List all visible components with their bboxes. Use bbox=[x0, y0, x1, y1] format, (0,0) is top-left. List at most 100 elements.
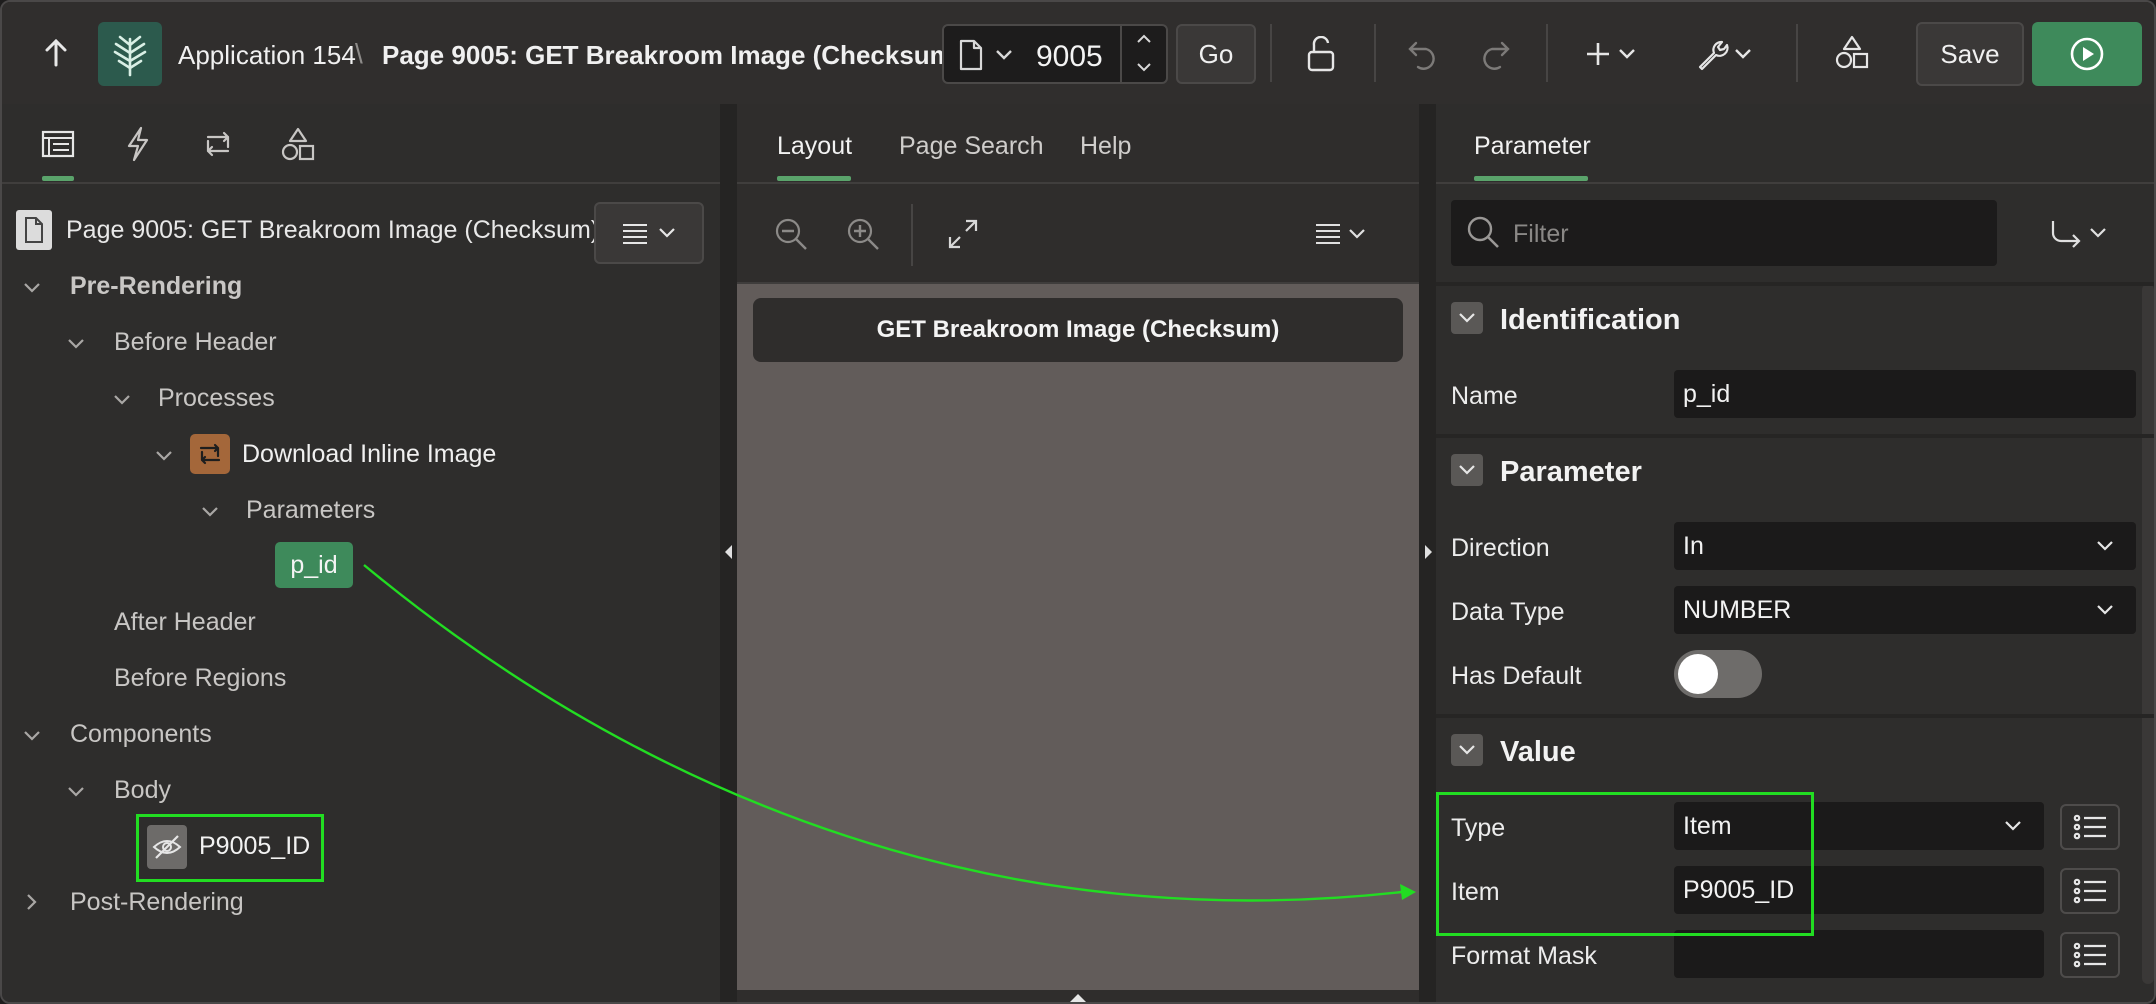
tree-parameters[interactable]: Parameters bbox=[246, 496, 375, 525]
expand-bottom-icon[interactable] bbox=[1069, 992, 1087, 1004]
chevron-down-icon[interactable] bbox=[1451, 302, 1483, 334]
chevron-up-icon[interactable] bbox=[1134, 32, 1154, 51]
item-list-button[interactable] bbox=[2060, 868, 2120, 914]
right-splitter[interactable] bbox=[1419, 104, 1436, 1002]
page-node[interactable]: Page 9005: GET Breakroom Image (Checksum… bbox=[66, 216, 599, 245]
unlock-icon[interactable] bbox=[1302, 34, 1342, 74]
chevron-right-icon[interactable] bbox=[20, 890, 44, 914]
chevron-down-icon[interactable] bbox=[1134, 60, 1154, 79]
menu-lines-icon bbox=[623, 224, 647, 244]
section-value[interactable]: Value bbox=[1436, 714, 2154, 778]
left-splitter[interactable] bbox=[720, 104, 737, 1002]
list-icon bbox=[2073, 878, 2106, 904]
dynamic-actions-tab-icon[interactable] bbox=[120, 124, 156, 164]
shared-components-tab-icon[interactable] bbox=[278, 124, 318, 164]
region-title-bar[interactable]: GET Breakroom Image (Checksum) bbox=[753, 298, 1403, 362]
tree-process-name[interactable]: Download Inline Image bbox=[242, 440, 496, 469]
chevron-down-icon[interactable] bbox=[20, 276, 44, 300]
tab-layout[interactable]: Layout bbox=[777, 132, 852, 161]
header-toolbar: Application 154 \ Page 9005: GET Breakro… bbox=[2, 2, 2154, 106]
tab-help[interactable]: Help bbox=[1080, 132, 1131, 161]
save-button[interactable]: Save bbox=[1916, 22, 2024, 86]
chevron-down-icon[interactable] bbox=[152, 444, 176, 468]
undo-icon[interactable] bbox=[1404, 34, 1444, 74]
collapse-right-icon bbox=[1425, 545, 1432, 559]
chevron-down-icon[interactable] bbox=[110, 388, 134, 412]
app-logo-icon[interactable] bbox=[98, 22, 162, 86]
tree-before-header[interactable]: Before Header bbox=[114, 328, 277, 357]
go-to-group-icon[interactable] bbox=[2048, 216, 2112, 252]
direction-label: Direction bbox=[1451, 534, 1550, 562]
tab-page-search[interactable]: Page Search bbox=[899, 132, 1044, 161]
run-page-button[interactable] bbox=[2032, 22, 2142, 86]
data-type-label: Data Type bbox=[1451, 598, 1565, 626]
name-field[interactable]: p_id bbox=[1674, 370, 2136, 418]
page-selector: 9005 bbox=[942, 24, 1168, 84]
filter-placeholder: Filter bbox=[1513, 220, 1569, 248]
layout-panel: Layout Page Search Help GET Breakroom Im… bbox=[737, 104, 1419, 1004]
tree-body[interactable]: Body bbox=[114, 776, 171, 805]
section-identification[interactable]: Identification bbox=[1436, 282, 2154, 346]
go-button[interactable]: Go bbox=[1176, 24, 1256, 84]
list-icon bbox=[2073, 942, 2106, 968]
page-icon[interactable] bbox=[958, 39, 984, 76]
tree-menu-button[interactable] bbox=[594, 202, 704, 264]
parameter-badge[interactable]: p_id bbox=[275, 542, 353, 588]
tree-pre-rendering[interactable]: Pre-Rendering bbox=[70, 272, 242, 301]
chevron-down-icon bbox=[659, 228, 675, 238]
chevron-down-icon[interactable] bbox=[20, 724, 44, 748]
wrench-menu-icon[interactable] bbox=[1694, 34, 1758, 74]
layout-canvas[interactable]: GET Breakroom Image (Checksum) bbox=[737, 284, 1419, 990]
format-mask-field[interactable] bbox=[1674, 930, 2044, 978]
format-mask-list-button[interactable] bbox=[2060, 932, 2120, 978]
process-icon bbox=[190, 434, 230, 474]
tab-parameter[interactable]: Parameter bbox=[1474, 132, 1591, 161]
direction-select[interactable]: In bbox=[1674, 522, 2136, 570]
shared-components-icon[interactable] bbox=[1832, 32, 1872, 72]
rendering-tree-panel: Page 9005: GET Breakroom Image (Checksum… bbox=[2, 104, 720, 1002]
tree-before-regions[interactable]: Before Regions bbox=[114, 664, 286, 693]
section-parameter[interactable]: Parameter bbox=[1436, 434, 2154, 498]
scrollbar[interactable] bbox=[2142, 284, 2154, 984]
chevron-down-icon[interactable] bbox=[1451, 734, 1483, 766]
play-icon bbox=[2070, 37, 2104, 71]
chevron-down-icon bbox=[2005, 821, 2021, 831]
chevron-down-icon[interactable] bbox=[64, 332, 88, 356]
format-mask-label: Format Mask bbox=[1451, 942, 1597, 970]
rendering-tab-icon[interactable] bbox=[40, 126, 76, 162]
tree-hidden-item[interactable]: P9005_ID bbox=[199, 832, 310, 861]
has-default-toggle[interactable] bbox=[1674, 650, 1762, 698]
tree-components[interactable]: Components bbox=[70, 720, 212, 749]
page-number-input[interactable]: 9005 bbox=[1036, 40, 1103, 74]
redo-icon[interactable] bbox=[1474, 34, 1514, 74]
direction-value: In bbox=[1683, 531, 1704, 560]
chevron-down-icon[interactable] bbox=[994, 48, 1014, 67]
up-arrow-icon[interactable] bbox=[36, 32, 76, 72]
chevron-down-icon[interactable] bbox=[198, 500, 222, 524]
expand-icon[interactable] bbox=[943, 214, 983, 254]
layout-menu-icon[interactable] bbox=[1313, 216, 1373, 252]
tree-post-rendering[interactable]: Post-Rendering bbox=[70, 888, 244, 917]
zoom-out-icon[interactable] bbox=[771, 214, 811, 254]
has-default-label: Has Default bbox=[1451, 662, 1582, 690]
breadcrumb-separator: \ bbox=[355, 38, 363, 69]
toggle-knob bbox=[1678, 654, 1718, 694]
page-title: Page 9005: GET Breakroom Image (Checksum… bbox=[382, 40, 962, 70]
chevron-down-icon[interactable] bbox=[64, 780, 88, 804]
tree-after-header[interactable]: After Header bbox=[114, 608, 256, 637]
processing-tab-icon[interactable] bbox=[198, 124, 238, 164]
chevron-down-icon[interactable] bbox=[1451, 454, 1483, 486]
hidden-item-icon bbox=[147, 825, 187, 869]
tree-processes[interactable]: Processes bbox=[158, 384, 275, 413]
zoom-in-icon[interactable] bbox=[843, 214, 883, 254]
type-list-button[interactable] bbox=[2060, 804, 2120, 850]
page-designer: Application 154 \ Page 9005: GET Breakro… bbox=[0, 0, 2156, 1004]
name-label: Name bbox=[1451, 382, 1518, 410]
annotation-highlight-box bbox=[1436, 792, 1814, 936]
property-editor-panel: Parameter Filter Identification Name p_i… bbox=[1436, 104, 2154, 1002]
app-name[interactable]: Application 154 bbox=[178, 40, 356, 71]
add-menu-icon[interactable] bbox=[1584, 34, 1648, 74]
filter-input[interactable]: Filter bbox=[1451, 200, 1997, 266]
data-type-select[interactable]: NUMBER bbox=[1674, 586, 2136, 634]
collapse-left-icon bbox=[725, 545, 732, 559]
